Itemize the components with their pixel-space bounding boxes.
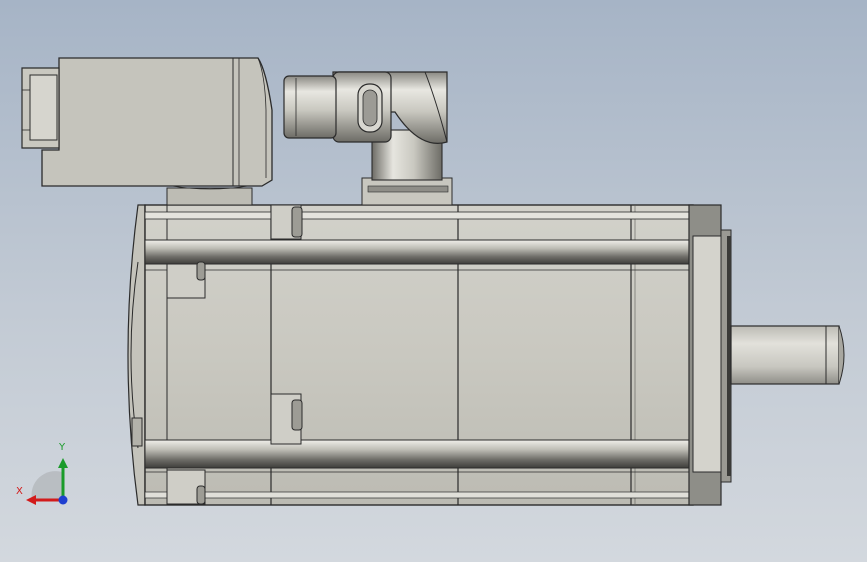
encoder-connector	[21, 57, 273, 206]
x-axis-label: X	[16, 486, 23, 497]
output-shaft	[730, 325, 845, 385]
y-axis-label: Y	[59, 442, 66, 453]
rear-end-cap	[127, 204, 146, 506]
cad-viewport[interactable]: X Y	[0, 0, 867, 562]
z-axis-dot	[58, 495, 68, 505]
servo-motor-model[interactable]	[0, 0, 867, 562]
xy-plane-icon	[31, 471, 62, 500]
front-flange	[688, 204, 732, 506]
power-connector	[283, 71, 453, 206]
